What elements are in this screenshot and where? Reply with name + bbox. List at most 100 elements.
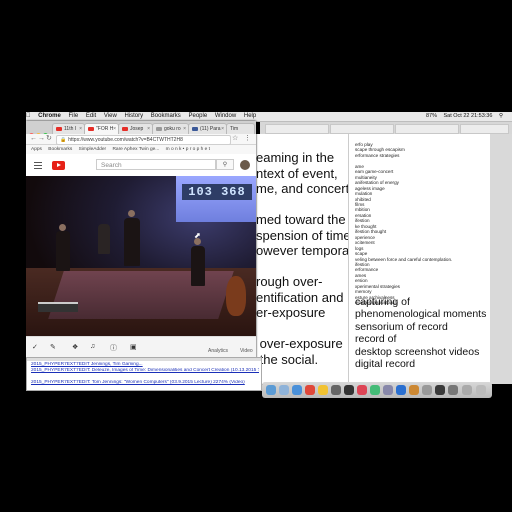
app-icon[interactable]: [357, 385, 367, 395]
battery-indicator[interactable]: 87%: [426, 112, 437, 121]
menu-status-area: 87% Sat Oct 22 21:53:36 ⚲: [426, 112, 508, 121]
edit-icon[interactable]: ✎: [50, 343, 56, 351]
menu-file[interactable]: File: [69, 112, 79, 121]
youtube-header: Search ⚲: [26, 154, 256, 176]
bookmark-aphex-twin[interactable]: Rare Aphex Twin ge...: [112, 147, 159, 152]
app-icon[interactable]: [370, 385, 380, 395]
double-bass: [226, 276, 246, 316]
chrome-window: 11th I × "FOR H × Josep × goku ro × (11) Par…: [26, 121, 256, 360]
bookmark-bookmarks[interactable]: Bookmarks: [48, 147, 72, 152]
apple-menu-icon[interactable]: : [26, 112, 31, 121]
notes-large-text[interactable]: capturing of phenomenological moments se…: [355, 296, 489, 370]
video-manager-button[interactable]: Video: [240, 348, 253, 354]
tab-1[interactable]: 11th I ×: [52, 123, 85, 134]
mac-dock: [262, 382, 492, 398]
close-icon[interactable]: ×: [221, 124, 224, 134]
score-left: 103: [188, 185, 213, 199]
notes-list[interactable]: erfo play scape through escapism erforma…: [355, 142, 489, 306]
text-editor-window: eaming in the ntext of event, me, and co…: [248, 134, 363, 384]
tab-3[interactable]: Josep ×: [118, 123, 153, 134]
enhance-icon[interactable]: ❖: [72, 343, 78, 351]
document-link[interactable]: 2015_PHYPER7EXT7EDIT: Tom Jennings: "Wom…: [31, 380, 259, 386]
bookmark-simpleadder[interactable]: SimpleAdder: [79, 147, 106, 152]
menu-edit[interactable]: Edit: [86, 112, 96, 121]
menu-window[interactable]: Window: [215, 112, 236, 121]
info-icon[interactable]: ⓘ: [110, 343, 117, 353]
notes-icon[interactable]: [318, 385, 328, 395]
essay-text[interactable]: eaming in the ntext of event, me, and co…: [256, 150, 363, 367]
app-icon[interactable]: [383, 385, 393, 395]
projected-scoreboard: 103 368: [182, 184, 252, 200]
music-icon[interactable]: ♫: [90, 343, 95, 350]
app-icon[interactable]: [422, 385, 432, 395]
close-icon[interactable]: ×: [183, 124, 186, 134]
folder-icon[interactable]: [462, 385, 472, 395]
back-icon[interactable]: ←: [30, 134, 37, 144]
mouse-cursor-icon: ⬈: [194, 231, 201, 240]
close-icon[interactable]: ×: [113, 124, 116, 134]
chrome-icon[interactable]: [305, 385, 315, 395]
menu-clock[interactable]: Sat Oct 22 21:53:36: [444, 112, 493, 121]
menu-help[interactable]: Help: [244, 112, 256, 121]
tab-4[interactable]: goku ro ×: [152, 123, 189, 134]
app-icon[interactable]: [344, 385, 354, 395]
url-field[interactable]: 🔒 https://www.youtube.com/watch?v=B4CTWTH…: [56, 135, 231, 145]
performer-figure: [98, 224, 110, 254]
tab-5[interactable]: (11) Para ×: [188, 123, 227, 134]
app-icon[interactable]: [435, 385, 445, 395]
tab-label: (11) Para: [200, 126, 221, 132]
app-icon[interactable]: [396, 385, 406, 395]
background-tab[interactable]: [330, 124, 394, 134]
launchpad-icon[interactable]: [279, 385, 289, 395]
menu-people[interactable]: People: [188, 112, 207, 121]
hamburger-menu-icon[interactable]: [34, 162, 42, 171]
app-icon[interactable]: [448, 385, 458, 395]
trash-icon[interactable]: [476, 385, 486, 395]
notes-window: erfo play scape through escapism erforma…: [348, 134, 491, 384]
background-tab[interactable]: [265, 124, 329, 134]
safari-icon[interactable]: [292, 385, 302, 395]
app-icon[interactable]: [409, 385, 419, 395]
background-tab[interactable]: [395, 124, 459, 134]
menu-view[interactable]: View: [104, 112, 117, 121]
address-bar-row: ← → ↻ 🔒 https://www.youtube.com/watch?v=B…: [26, 134, 256, 145]
app-icon[interactable]: [331, 385, 341, 395]
bookmark-star-icon[interactable]: ☆: [232, 134, 238, 144]
video-player[interactable]: 103 368 ⬈: [26, 176, 256, 336]
captions-icon[interactable]: ▣: [130, 343, 137, 351]
menu-app-chrome[interactable]: Chrome: [38, 112, 61, 121]
document-link[interactable]: 2015_PHYPER7EXT7EDIT: Deleuze, Images of…: [31, 368, 259, 374]
background-tab[interactable]: [460, 124, 509, 134]
menu-history[interactable]: History: [124, 112, 143, 121]
performer-figure: [191, 246, 205, 286]
window-edge: [490, 134, 512, 384]
avatar[interactable]: [240, 160, 250, 170]
close-icon[interactable]: ×: [147, 124, 150, 134]
search-icon[interactable]: ⚲: [216, 159, 234, 170]
performer-head: [59, 224, 66, 231]
reload-icon[interactable]: ↻: [46, 134, 52, 144]
finder-icon[interactable]: [266, 385, 276, 395]
tab-label: Tim: [230, 126, 239, 132]
close-icon[interactable]: ×: [79, 124, 82, 134]
tab-label: "FOR H: [96, 126, 114, 132]
performer-figure: [124, 218, 140, 266]
page-favicon-icon: [192, 126, 198, 131]
tab-label: 11th I: [64, 126, 77, 132]
menu-bookmarks[interactable]: Bookmarks: [151, 112, 181, 121]
tab-label: goku ro: [164, 126, 181, 132]
like-icon[interactable]: ✓: [32, 343, 38, 351]
search-icon[interactable]: ⚲: [499, 112, 503, 121]
tab-2-active[interactable]: "FOR H ×: [84, 123, 119, 134]
youtube-logo-icon[interactable]: [52, 161, 65, 170]
bookmark-monk-prophet[interactable]: m o n k • p r o p h e t: [166, 147, 210, 152]
bookmark-apps[interactable]: Apps: [31, 147, 42, 152]
youtube-favicon-icon: [88, 126, 94, 131]
menu-dots-icon[interactable]: ⋮: [244, 134, 251, 144]
score-right: 368: [221, 185, 246, 199]
tab-6[interactable]: Tim: [226, 123, 255, 134]
chrome-tab-bar: 11th I × "FOR H × Josep × goku ro × (11) Par…: [26, 121, 256, 138]
forward-icon[interactable]: →: [38, 134, 45, 144]
youtube-search-input[interactable]: Search: [96, 159, 216, 170]
analytics-button[interactable]: Analytics: [208, 348, 228, 354]
